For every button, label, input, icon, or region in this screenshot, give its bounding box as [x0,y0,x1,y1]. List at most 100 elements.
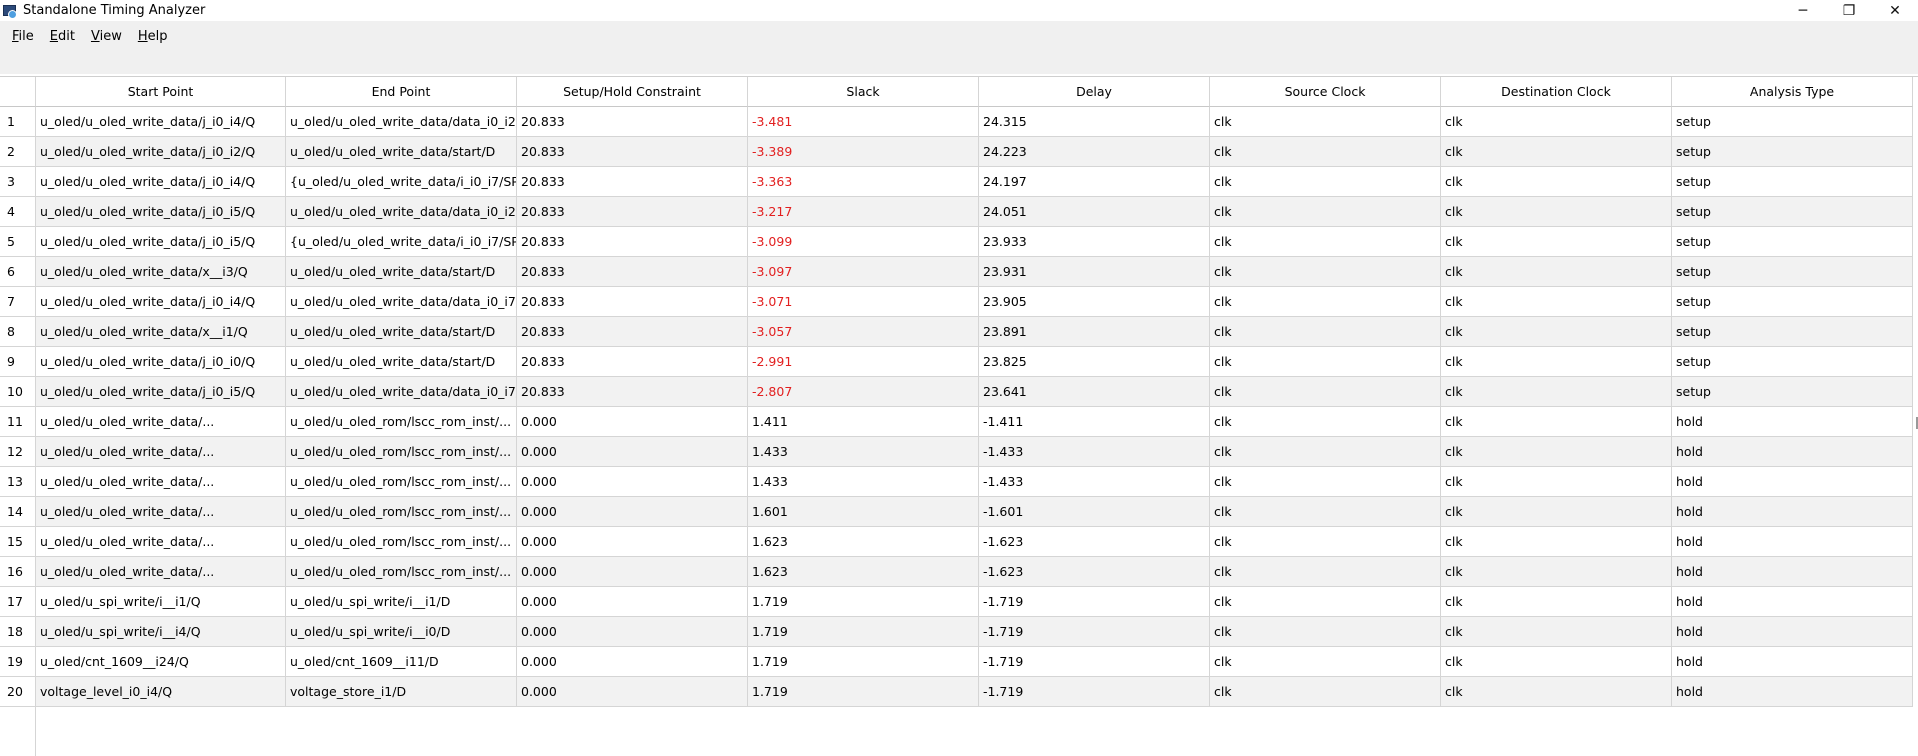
menu-view[interactable]: View [83,29,130,44]
column-header-end-point[interactable]: End Point [286,77,517,107]
table-cell[interactable]: clk [1210,317,1441,347]
table-cell[interactable]: u_oled/u_oled_rom/lscc_rom_inst/... [286,557,517,587]
table-cell[interactable]: clk [1210,617,1441,647]
minimize-button[interactable]: ─ [1780,0,1826,21]
table-cell[interactable]: clk [1441,527,1672,557]
row-number[interactable]: 12 [0,437,36,467]
table-cell[interactable]: 20.833 [517,377,748,407]
table-cell[interactable]: voltage_level_i0_i4/Q [36,677,286,707]
table-cell[interactable]: clk [1441,647,1672,677]
table-cell[interactable]: 0.000 [517,407,748,437]
table-cell[interactable]: clk [1210,527,1441,557]
table-cell[interactable]: 24.197 [979,167,1210,197]
table-cell[interactable]: u_oled/u_spi_write/i__i1/D [286,587,517,617]
row-number[interactable]: 11 [0,407,36,437]
table-cell[interactable]: -2.991 [748,347,979,377]
table-cell[interactable]: 23.825 [979,347,1210,377]
table-cell[interactable]: clk [1210,347,1441,377]
table-cell[interactable]: hold [1672,617,1913,647]
table-cell[interactable]: clk [1441,437,1672,467]
table-cell[interactable]: 1.623 [748,527,979,557]
table-cell[interactable]: 0.000 [517,497,748,527]
table-cell[interactable]: u_oled/u_oled_write_data/j_i0_i4/Q [36,167,286,197]
table-cell[interactable]: 23.641 [979,377,1210,407]
row-number[interactable]: 6 [0,257,36,287]
table-cell[interactable]: 0.000 [517,437,748,467]
table-cell[interactable]: 0.000 [517,587,748,617]
column-header-setup-hold-constraint[interactable]: Setup/Hold Constraint [517,77,748,107]
table-cell[interactable]: u_oled/u_spi_write/i__i4/Q [36,617,286,647]
table-cell[interactable]: 1.719 [748,677,979,707]
table-cell[interactable]: 20.833 [517,137,748,167]
table-cell[interactable]: -3.363 [748,167,979,197]
table-cell[interactable]: 1.719 [748,617,979,647]
table-cell[interactable]: 20.833 [517,107,748,137]
table-cell[interactable]: clk [1210,677,1441,707]
table-cell[interactable]: u_oled/u_oled_write_data/data_i0_i2/D [286,107,517,137]
table-cell[interactable]: clk [1210,407,1441,437]
table-cell[interactable]: u_oled/u_oled_write_data/j_i0_i4/Q [36,287,286,317]
table-cell[interactable]: u_oled/u_spi_write/i__i0/D [286,617,517,647]
table-cell[interactable]: -3.389 [748,137,979,167]
table-cell[interactable]: clk [1210,497,1441,527]
table-cell[interactable]: setup [1672,227,1913,257]
table-cell[interactable]: u_oled/cnt_1609__i11/D [286,647,517,677]
table-cell[interactable]: clk [1441,677,1672,707]
table-cell[interactable]: voltage_store_i1/D [286,677,517,707]
table-cell[interactable]: -3.057 [748,317,979,347]
table-cell[interactable]: u_oled/u_oled_write_data/x__i1/Q [36,317,286,347]
table-cell[interactable]: 24.051 [979,197,1210,227]
row-number[interactable]: 20 [0,677,36,707]
table-cell[interactable]: clk [1441,137,1672,167]
table-cell[interactable]: u_oled/u_oled_write_data/... [36,467,286,497]
row-number[interactable]: 2 [0,137,36,167]
table-cell[interactable]: u_oled/u_oled_write_data/j_i0_i5/Q [36,227,286,257]
table-cell[interactable]: {u_oled/u_oled_write_data/i_i0_i7/SP ... [286,227,517,257]
table-cell[interactable]: clk [1210,137,1441,167]
row-number[interactable]: 18 [0,617,36,647]
table-cell[interactable]: u_oled/u_oled_rom/lscc_rom_inst/... [286,527,517,557]
table-cell[interactable]: 0.000 [517,617,748,647]
row-number[interactable]: 5 [0,227,36,257]
table-cell[interactable]: 1.433 [748,437,979,467]
table-cell[interactable]: setup [1672,107,1913,137]
table-cell[interactable]: -1.601 [979,497,1210,527]
table-cell[interactable]: u_oled/u_oled_write_data/... [36,557,286,587]
table-cell[interactable]: u_oled/u_spi_write/i__i1/Q [36,587,286,617]
table-cell[interactable]: setup [1672,137,1913,167]
table-cell[interactable]: 23.933 [979,227,1210,257]
table-cell[interactable]: clk [1210,197,1441,227]
table-cell[interactable]: -3.099 [748,227,979,257]
table-cell[interactable]: -2.807 [748,377,979,407]
table-cell[interactable]: 0.000 [517,467,748,497]
table-cell[interactable]: hold [1672,677,1913,707]
table-cell[interactable]: clk [1210,287,1441,317]
table-cell[interactable]: u_oled/u_oled_write_data/start/D [286,347,517,377]
table-cell[interactable]: clk [1441,587,1672,617]
table-cell[interactable]: setup [1672,167,1913,197]
table-cell[interactable]: u_oled/u_oled_write_data/data_i0_i7/D [286,287,517,317]
table-cell[interactable]: hold [1672,647,1913,677]
column-header-slack[interactable]: Slack [748,77,979,107]
row-number[interactable]: 7 [0,287,36,317]
row-number[interactable]: 13 [0,467,36,497]
table-cell[interactable]: 23.905 [979,287,1210,317]
table-cell[interactable]: 1.411 [748,407,979,437]
close-button[interactable]: ✕ [1872,0,1918,21]
table-cell[interactable]: clk [1441,497,1672,527]
table-cell[interactable]: clk [1441,227,1672,257]
table-cell[interactable]: u_oled/u_oled_write_data/data_i0_i7/D [286,377,517,407]
table-cell[interactable]: 20.833 [517,287,748,317]
table-cell[interactable]: clk [1441,287,1672,317]
table-cell[interactable]: clk [1210,587,1441,617]
table-cell[interactable]: clk [1441,407,1672,437]
table-cell[interactable]: 1.601 [748,497,979,527]
table-cell[interactable]: clk [1210,377,1441,407]
table-cell[interactable]: 20.833 [517,317,748,347]
table-cell[interactable]: clk [1210,467,1441,497]
table-cell[interactable]: 20.833 [517,347,748,377]
table-cell[interactable]: -3.481 [748,107,979,137]
table-cell[interactable]: hold [1672,467,1913,497]
row-number[interactable]: 8 [0,317,36,347]
table-cell[interactable]: -3.217 [748,197,979,227]
